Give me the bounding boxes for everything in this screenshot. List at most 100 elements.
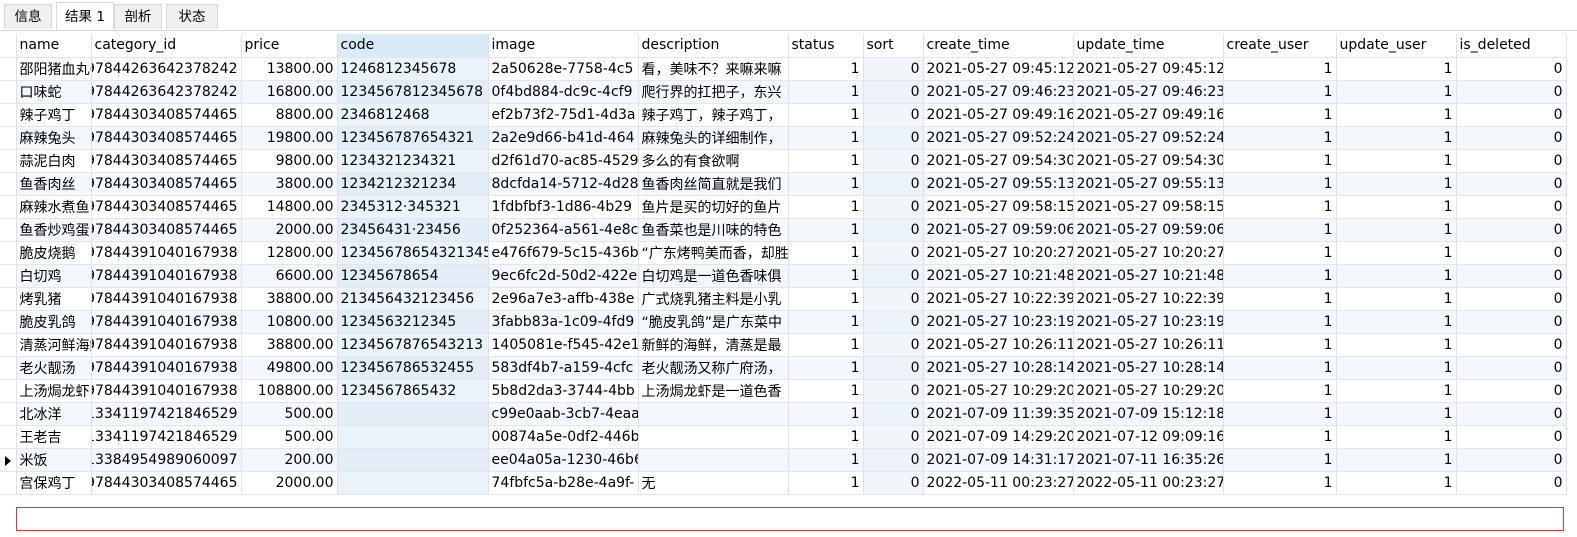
- row-indicator[interactable]: [0, 310, 17, 334]
- cell-code[interactable]: [337, 402, 489, 426]
- cell-description[interactable]: 看，美味不？来嘛来嘛: [638, 57, 789, 81]
- cell-image[interactable]: 0f4bd884-dc9c-4cf9: [488, 80, 639, 104]
- cell-category-id[interactable]: 1397844303408574465: [91, 103, 242, 127]
- cell-update-time[interactable]: 2021-05-27 10:29:20: [1073, 379, 1224, 403]
- cell-update-time[interactable]: 2021-05-27 10:23:19: [1073, 310, 1224, 334]
- cell-name[interactable]: 麻辣兔头: [16, 126, 92, 150]
- cell-status[interactable]: 1: [788, 471, 864, 495]
- cell-create-user[interactable]: 1: [1223, 218, 1337, 242]
- cell-create-user[interactable]: 1: [1223, 425, 1337, 449]
- cell-price[interactable]: 2000.00: [241, 471, 338, 495]
- cell-sort[interactable]: 0: [863, 425, 924, 449]
- cell-sort[interactable]: 0: [863, 379, 924, 403]
- cell-name[interactable]: 麻辣水煮鱼: [16, 195, 92, 219]
- cell-name[interactable]: 王老吉: [16, 425, 92, 449]
- cell-create-user[interactable]: 1: [1223, 149, 1337, 173]
- cell-category-id[interactable]: 1397844391040167938: [91, 379, 242, 403]
- cell-update-time[interactable]: 2021-07-12 09:09:16: [1073, 425, 1224, 449]
- cell-name[interactable]: 烤乳猪: [16, 287, 92, 311]
- cell-status[interactable]: 1: [788, 57, 864, 81]
- cell-code[interactable]: 123456787654321: [337, 126, 489, 150]
- cell-is-deleted[interactable]: 0: [1456, 57, 1567, 81]
- cell-update-user[interactable]: 1: [1336, 103, 1457, 127]
- cell-sort[interactable]: 0: [863, 126, 924, 150]
- row-indicator[interactable]: [0, 448, 17, 472]
- cell-create-time[interactable]: 2021-05-27 10:26:11: [923, 333, 1074, 357]
- cell-create-user[interactable]: 1: [1223, 80, 1337, 104]
- cell-description[interactable]: 鱼片是买的切好的鱼片: [638, 195, 789, 219]
- cell-update-user[interactable]: 1: [1336, 241, 1457, 265]
- table-row[interactable]: 清蒸河鲜海鲜139784439104016793838800.001234567…: [0, 333, 1567, 357]
- cell-create-time[interactable]: 2021-05-27 09:54:30: [923, 149, 1074, 173]
- table-row[interactable]: 米饭1413384954989060097200.00 ee04a05a-1230…: [0, 448, 1567, 472]
- cell-image[interactable]: e476f679-5c15-436b: [488, 241, 639, 265]
- cell-code[interactable]: 12345678654321345: [337, 241, 489, 265]
- cell-update-time[interactable]: 2021-05-27 09:58:15: [1073, 195, 1224, 219]
- cell-name[interactable]: 口味蛇: [16, 80, 92, 104]
- cell-update-time[interactable]: 2021-05-27 10:26:11: [1073, 333, 1224, 357]
- cell-name[interactable]: 上汤焗龙虾: [16, 379, 92, 403]
- row-indicator[interactable]: [0, 287, 17, 311]
- cell-image[interactable]: 583df4b7-a159-4cfc: [488, 356, 639, 380]
- row-indicator[interactable]: [0, 195, 17, 219]
- cell-name[interactable]: 脆皮乳鸽: [16, 310, 92, 334]
- cell-is-deleted[interactable]: 0: [1456, 471, 1567, 495]
- cell-create-user[interactable]: 1: [1223, 379, 1337, 403]
- cell-is-deleted[interactable]: 0: [1456, 172, 1567, 196]
- cell-description[interactable]: 新鲜的海鲜，清蒸是最: [638, 333, 789, 357]
- cell-status[interactable]: 1: [788, 241, 864, 265]
- column-header-category-id[interactable]: category_id: [91, 34, 242, 58]
- cell-create-time[interactable]: 2022-05-11 00:23:27: [923, 471, 1074, 495]
- cell-is-deleted[interactable]: 0: [1456, 264, 1567, 288]
- table-row[interactable]: 白切鸡13978443910401679386600.0012345678654…: [0, 264, 1567, 288]
- cell-update-time[interactable]: 2021-05-27 10:20:27: [1073, 241, 1224, 265]
- cell-image[interactable]: 2e96a7e3-affb-438e: [488, 287, 639, 311]
- cell-code[interactable]: 1234567865432: [337, 379, 489, 403]
- row-indicator[interactable]: [0, 80, 17, 104]
- table-row[interactable]: 鱼香炒鸡蛋13978443034085744652000.0023456431·…: [0, 218, 1567, 242]
- cell-code[interactable]: 1234567812345678: [337, 80, 489, 104]
- cell-price[interactable]: 9800.00: [241, 149, 338, 173]
- cell-code[interactable]: [337, 448, 489, 472]
- cell-name[interactable]: 老火靓汤: [16, 356, 92, 380]
- cell-category-id[interactable]: 1397844391040167938: [91, 333, 242, 357]
- cell-name[interactable]: 鱼香肉丝: [16, 172, 92, 196]
- table-row[interactable]: 麻辣兔头139784430340857446519800.00123456787…: [0, 126, 1567, 150]
- table-row[interactable]: 辣子鸡丁13978443034085744658800.002346812468…: [0, 103, 1567, 127]
- column-header-description[interactable]: description: [638, 34, 789, 58]
- tab-result-1[interactable]: 结果 1: [56, 2, 114, 30]
- cell-description[interactable]: [638, 402, 789, 426]
- cell-is-deleted[interactable]: 0: [1456, 80, 1567, 104]
- cell-price[interactable]: 108800.00: [241, 379, 338, 403]
- cell-description[interactable]: [638, 425, 789, 449]
- cell-create-user[interactable]: 1: [1223, 57, 1337, 81]
- row-indicator[interactable]: [0, 402, 17, 426]
- cell-create-time[interactable]: 2021-05-27 10:20:27: [923, 241, 1074, 265]
- cell-update-user[interactable]: 1: [1336, 425, 1457, 449]
- cell-create-time[interactable]: 2021-05-27 10:23:19: [923, 310, 1074, 334]
- column-header-price[interactable]: price: [241, 34, 338, 58]
- cell-is-deleted[interactable]: 0: [1456, 448, 1567, 472]
- cell-category-id[interactable]: 1397844391040167938: [91, 264, 242, 288]
- cell-update-time[interactable]: 2021-05-27 09:59:06: [1073, 218, 1224, 242]
- cell-create-time[interactable]: 2021-05-27 09:46:23: [923, 80, 1074, 104]
- cell-name[interactable]: 脆皮烧鹅: [16, 241, 92, 265]
- cell-name[interactable]: 米饭: [16, 448, 92, 472]
- cell-update-time[interactable]: 2021-05-27 10:22:39: [1073, 287, 1224, 311]
- cell-status[interactable]: 1: [788, 195, 864, 219]
- cell-create-user[interactable]: 1: [1223, 287, 1337, 311]
- cell-image[interactable]: 9ec6fc2d-50d2-422e: [488, 264, 639, 288]
- cell-image[interactable]: 2a50628e-7758-4c5: [488, 57, 639, 81]
- cell-image[interactable]: 3fabb83a-1c09-4fd9: [488, 310, 639, 334]
- column-header-name[interactable]: name: [16, 34, 92, 58]
- cell-category-id[interactable]: 1413341197421846529: [91, 402, 242, 426]
- cell-is-deleted[interactable]: 0: [1456, 149, 1567, 173]
- cell-create-time[interactable]: 2021-05-27 10:22:39: [923, 287, 1074, 311]
- cell-update-user[interactable]: 1: [1336, 126, 1457, 150]
- cell-status[interactable]: 1: [788, 379, 864, 403]
- cell-create-user[interactable]: 1: [1223, 103, 1337, 127]
- cell-create-user[interactable]: 1: [1223, 172, 1337, 196]
- cell-sort[interactable]: 0: [863, 264, 924, 288]
- cell-is-deleted[interactable]: 0: [1456, 287, 1567, 311]
- cell-price[interactable]: 12800.00: [241, 241, 338, 265]
